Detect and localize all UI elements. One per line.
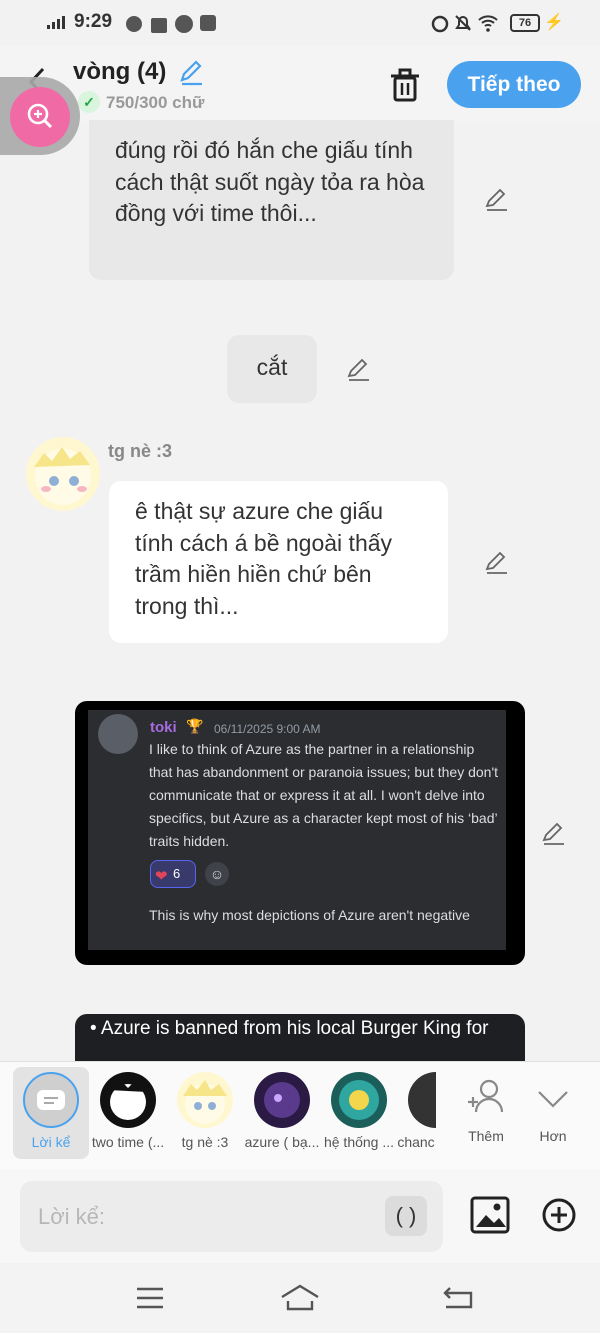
message-bubble[interactable]: ê thật sự azure che giấu tính cách á bề … xyxy=(109,481,448,643)
character-item[interactable]: chanc xyxy=(396,1070,436,1150)
edit-message-icon[interactable] xyxy=(541,820,567,846)
more-button[interactable]: Hơn xyxy=(513,1070,593,1144)
word-count: 750/300 chữ xyxy=(106,93,205,112)
edit-message-icon[interactable] xyxy=(484,549,510,575)
screenshot-image: toki 🏆 06/11/2025 9:00 AM I like to thin… xyxy=(88,710,506,950)
narration-input[interactable] xyxy=(20,1181,443,1252)
gallery-icon xyxy=(200,15,216,31)
image-icon[interactable] xyxy=(470,1196,510,1234)
clock: 9:29 xyxy=(74,11,113,32)
character-item[interactable]: two time (... xyxy=(88,1070,168,1150)
discord-username: toki xyxy=(150,719,177,736)
back-nav-icon[interactable] xyxy=(442,1284,474,1312)
message-text: đúng rồi đó hắn che giấu tính cách thật … xyxy=(115,137,425,226)
character-label: hệ thống ... xyxy=(323,1134,395,1150)
character-label: tg nè :3 xyxy=(181,1134,229,1150)
chevron-down-icon xyxy=(538,1091,568,1108)
zoom-in-icon xyxy=(27,103,53,129)
character-item[interactable]: tg nè :3 xyxy=(165,1070,245,1150)
home-icon[interactable] xyxy=(280,1283,320,1313)
mute-bell-icon xyxy=(455,15,471,31)
message-icon xyxy=(37,1090,65,1110)
sender-name: tg nè :3 xyxy=(108,441,173,461)
character-avatar xyxy=(331,1072,387,1128)
add-person-icon xyxy=(468,1079,504,1113)
message-text: cắt xyxy=(256,354,288,380)
character-label: two time (... xyxy=(91,1134,165,1150)
character-avatar xyxy=(100,1072,156,1128)
discord-text-2: This is why most depictions of Azure are… xyxy=(149,907,470,923)
discord-avatar xyxy=(98,714,138,754)
character-narrator[interactable]: Lời kể xyxy=(11,1070,91,1150)
character-label: Lời kể xyxy=(31,1134,71,1150)
more-label: Hơn xyxy=(539,1128,567,1144)
discord-text: I like to think of Azure as the partner … xyxy=(149,741,499,849)
add-circle-icon[interactable] xyxy=(541,1197,577,1233)
character-label: chanc xyxy=(397,1134,435,1150)
reaction-count: 6 xyxy=(173,866,181,881)
character-avatar xyxy=(177,1072,233,1128)
character-label: azure ( bạ... xyxy=(244,1134,320,1150)
image-text: Azure is banned from his local Burger Ki… xyxy=(100,1018,489,1039)
alarm-icon xyxy=(431,15,449,33)
menu-icon[interactable] xyxy=(135,1285,165,1311)
vtv-icon xyxy=(175,15,193,33)
parenthesis-button[interactable]: ( ) xyxy=(385,1196,427,1236)
trophy-icon: 🏆 xyxy=(186,718,204,734)
wifi-icon xyxy=(478,15,498,32)
status-bar: 9:29 76 ⚡ xyxy=(0,0,600,46)
charging-icon: ⚡ xyxy=(544,14,564,31)
shop-icon xyxy=(151,18,167,33)
character-item[interactable]: azure ( bạ... xyxy=(242,1070,322,1150)
reaction-badge: ❤ 6 xyxy=(150,860,196,888)
zoom-button[interactable] xyxy=(10,87,70,147)
message-bubble[interactable]: cắt xyxy=(227,335,317,403)
heart-icon: ❤ xyxy=(155,868,168,885)
add-reaction-icon: ☺ xyxy=(205,862,229,886)
check-icon: ✓ xyxy=(78,91,100,113)
avatar[interactable] xyxy=(26,437,100,511)
next-button[interactable]: Tiếp theo xyxy=(447,61,581,108)
character-avatar xyxy=(254,1072,310,1128)
narrator-avatar xyxy=(23,1072,79,1128)
message-bubble[interactable]: đúng rồi đó hắn che giấu tính cách thật … xyxy=(89,120,454,280)
battery-indicator: 76 xyxy=(510,14,540,32)
message-text: ê thật sự azure che giấu tính cách á bề … xyxy=(135,498,393,619)
edit-message-icon[interactable] xyxy=(346,356,372,382)
chapter-title: vòng (4) xyxy=(73,58,167,85)
character-item[interactable]: hệ thống ... xyxy=(319,1070,399,1150)
character-avatar xyxy=(408,1072,436,1128)
app-notification-icon xyxy=(126,16,142,32)
bullet: • xyxy=(90,1018,101,1039)
edit-message-icon[interactable] xyxy=(484,186,510,212)
trash-icon[interactable] xyxy=(386,66,424,104)
signal-icon xyxy=(47,16,65,29)
edit-title-icon[interactable] xyxy=(178,58,206,86)
